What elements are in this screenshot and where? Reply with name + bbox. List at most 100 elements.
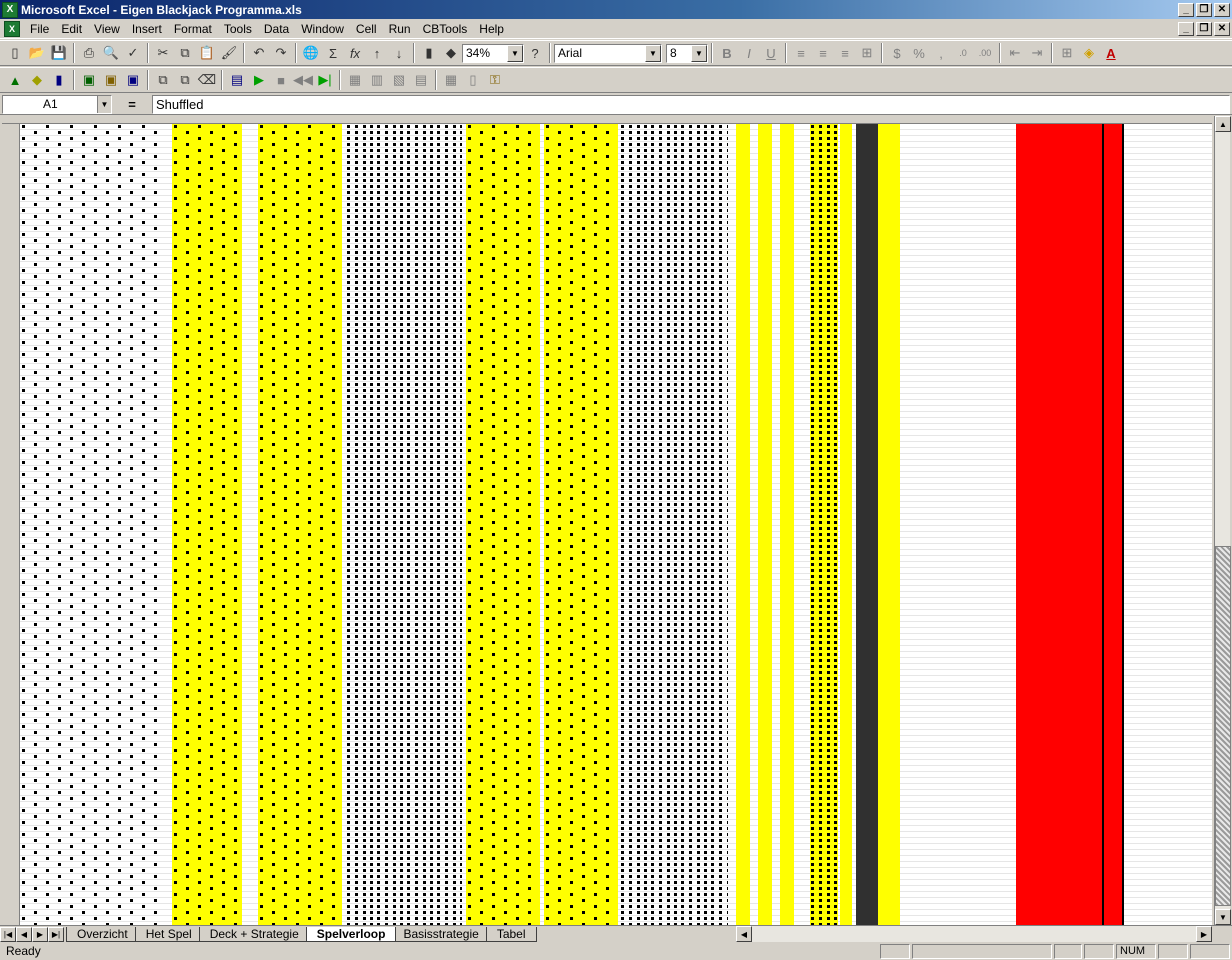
- align-left-icon[interactable]: ≡: [790, 42, 812, 64]
- menu-window[interactable]: Window: [295, 22, 350, 36]
- zoom-select[interactable]: 34% ▼: [462, 43, 524, 63]
- image-icon[interactable]: ▣: [100, 69, 122, 91]
- menu-cell[interactable]: Cell: [350, 22, 383, 36]
- menu-help[interactable]: Help: [473, 22, 510, 36]
- picture-icon[interactable]: ▣: [78, 69, 100, 91]
- undo-icon[interactable]: ↶: [248, 42, 270, 64]
- worksheet-grid[interactable]: [2, 116, 1212, 925]
- align-right-icon[interactable]: ≡: [834, 42, 856, 64]
- currency-icon[interactable]: $: [886, 42, 908, 64]
- chevron-down-icon[interactable]: ▼: [507, 44, 523, 62]
- copy-cells-icon[interactable]: ⧉: [152, 69, 174, 91]
- tab-deck-strategie[interactable]: Deck + Strategie: [198, 927, 310, 942]
- close-button[interactable]: ✕: [1214, 2, 1230, 17]
- first-sheet-icon[interactable]: |◀: [0, 926, 16, 942]
- fill-color-icon[interactable]: ◈: [1078, 42, 1100, 64]
- workbook-minimize-button[interactable]: _: [1178, 21, 1194, 36]
- key-icon[interactable]: ⚿: [484, 69, 506, 91]
- bar-chart-icon[interactable]: ▮: [48, 69, 70, 91]
- menu-insert[interactable]: Insert: [126, 22, 168, 36]
- open-icon[interactable]: 📂: [26, 42, 48, 64]
- vertical-scrollbar[interactable]: ▲ ▼: [1214, 116, 1231, 925]
- save-icon[interactable]: 💾: [48, 42, 70, 64]
- scroll-down-icon[interactable]: ▼: [1215, 909, 1231, 925]
- spelling-icon[interactable]: ✓: [122, 42, 144, 64]
- paste-cells-icon[interactable]: ⧉: [174, 69, 196, 91]
- percent-icon[interactable]: %: [908, 42, 930, 64]
- window-icon[interactable]: ▣: [122, 69, 144, 91]
- font-color-icon[interactable]: A: [1100, 42, 1122, 64]
- cut-icon[interactable]: ✂: [152, 42, 174, 64]
- tab-het-spel[interactable]: Het Spel: [134, 927, 203, 942]
- horizontal-scrollbar[interactable]: ◀ ▶: [736, 925, 1212, 942]
- list-tool-icon[interactable]: ▤: [410, 69, 432, 91]
- autosum-icon[interactable]: Σ: [322, 42, 344, 64]
- minimize-button[interactable]: _: [1178, 2, 1194, 17]
- workbook-close-button[interactable]: ✕: [1214, 21, 1230, 36]
- map-tool-icon[interactable]: ▧: [388, 69, 410, 91]
- font-size-select[interactable]: 8 ▼: [666, 43, 708, 63]
- chevron-down-icon[interactable]: ▼: [97, 95, 111, 113]
- sort-descending-icon[interactable]: ↓: [388, 42, 410, 64]
- name-box[interactable]: A1 ▼: [2, 94, 112, 114]
- increase-decimal-icon[interactable]: .0: [952, 42, 974, 64]
- menu-tools[interactable]: Tools: [218, 22, 258, 36]
- tab-spelverloop[interactable]: Spelverloop: [305, 927, 397, 942]
- drawing-icon[interactable]: ◆: [440, 42, 462, 64]
- workbook-restore-button[interactable]: ❐: [1196, 21, 1212, 36]
- decrease-decimal-icon[interactable]: .00: [974, 42, 996, 64]
- chevron-down-icon[interactable]: ▼: [691, 44, 707, 62]
- stop-icon[interactable]: ■: [270, 69, 292, 91]
- cell-grid[interactable]: [20, 124, 1212, 925]
- increase-indent-icon[interactable]: ⇥: [1026, 42, 1048, 64]
- workbook-icon[interactable]: X: [4, 20, 20, 37]
- vertical-scroll-thumb[interactable]: [1215, 546, 1231, 906]
- format-painter-icon[interactable]: 🖌: [218, 42, 240, 64]
- last-sheet-icon[interactable]: ▶|: [48, 926, 64, 942]
- redo-icon[interactable]: ↷: [270, 42, 292, 64]
- copy-icon[interactable]: ⧉: [174, 42, 196, 64]
- hyperlink-icon[interactable]: 🌐: [300, 42, 322, 64]
- menu-run[interactable]: Run: [383, 22, 417, 36]
- form-icon[interactable]: ▤: [226, 69, 248, 91]
- row-headers[interactable]: [2, 124, 20, 925]
- tab-basisstrategie[interactable]: Basisstrategie: [392, 927, 490, 942]
- restore-button[interactable]: ❐: [1196, 2, 1212, 17]
- area-chart-icon[interactable]: ▲: [4, 69, 26, 91]
- scroll-up-icon[interactable]: ▲: [1215, 116, 1231, 132]
- print-preview-icon[interactable]: 🔍: [100, 42, 122, 64]
- new-icon[interactable]: ▯: [4, 42, 26, 64]
- scroll-right-icon[interactable]: ▶: [1196, 926, 1212, 942]
- table-tool-icon[interactable]: ▦: [440, 69, 462, 91]
- italic-icon[interactable]: I: [738, 42, 760, 64]
- menu-format[interactable]: Format: [168, 22, 218, 36]
- column-headers[interactable]: [2, 116, 1212, 124]
- paste-icon[interactable]: 📋: [196, 42, 218, 64]
- align-center-icon[interactable]: ≡: [812, 42, 834, 64]
- excel-app-icon[interactable]: X: [2, 1, 18, 18]
- grid-tool-icon[interactable]: ▦: [344, 69, 366, 91]
- prev-sheet-icon[interactable]: ◀: [16, 926, 32, 942]
- underline-icon[interactable]: U: [760, 42, 782, 64]
- formula-input[interactable]: Shuffled: [152, 94, 1230, 114]
- tab-overzicht[interactable]: Overzicht: [66, 927, 139, 942]
- diamond-icon[interactable]: ◆: [26, 69, 48, 91]
- tab-tabel[interactable]: Tabel: [485, 927, 537, 942]
- step-icon[interactable]: ▶|: [314, 69, 336, 91]
- decrease-indent-icon[interactable]: ⇤: [1004, 42, 1026, 64]
- comma-icon[interactable]: ,: [930, 42, 952, 64]
- chart-tool-icon[interactable]: ▥: [366, 69, 388, 91]
- chart-wizard-icon[interactable]: ▮: [418, 42, 440, 64]
- sort-ascending-icon[interactable]: ↑: [366, 42, 388, 64]
- menu-cbtools[interactable]: CBTools: [417, 22, 474, 36]
- function-icon[interactable]: fx: [344, 42, 366, 64]
- page-tool-icon[interactable]: ▯: [462, 69, 484, 91]
- bold-icon[interactable]: B: [716, 42, 738, 64]
- chevron-down-icon[interactable]: ▼: [645, 44, 661, 62]
- run-icon[interactable]: ▶: [248, 69, 270, 91]
- merge-center-icon[interactable]: ⊞: [856, 42, 878, 64]
- menu-view[interactable]: View: [88, 22, 126, 36]
- rewind-icon[interactable]: ◀◀: [292, 69, 314, 91]
- menu-file[interactable]: File: [24, 22, 55, 36]
- menu-data[interactable]: Data: [258, 22, 295, 36]
